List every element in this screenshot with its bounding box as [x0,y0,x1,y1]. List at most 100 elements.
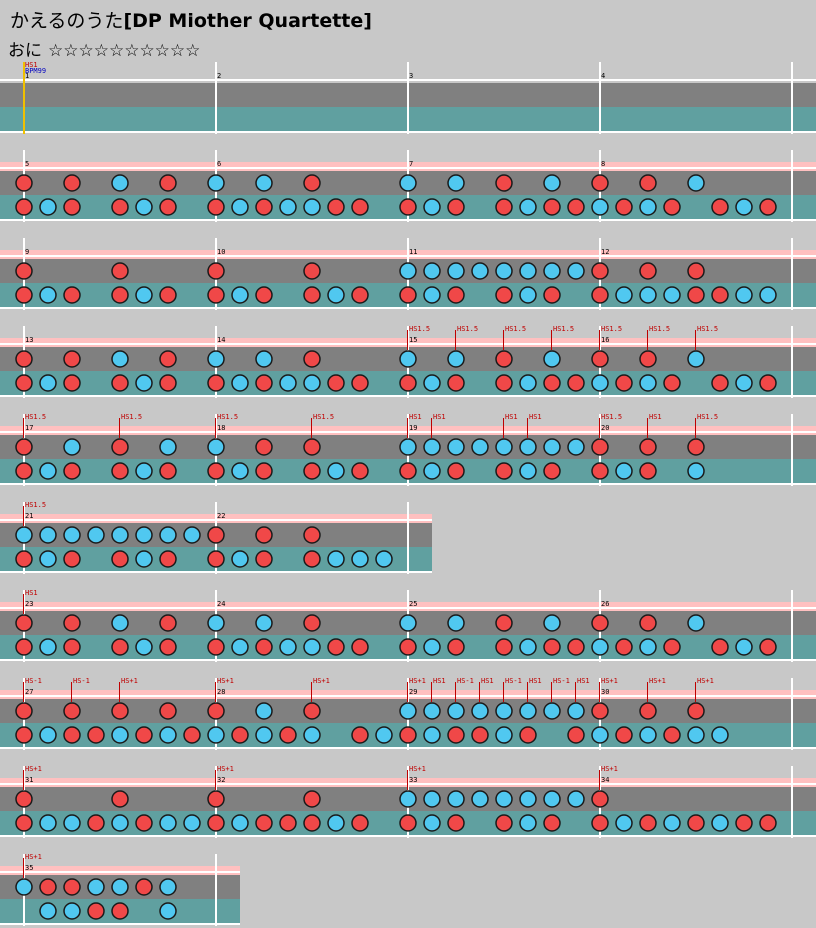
ka-note [399,702,417,720]
don-note [687,262,705,280]
ka-note [39,526,57,544]
ka-note [519,262,537,280]
don-note [495,174,513,192]
barline [791,678,793,750]
ka-note [471,438,489,456]
measure-number: 31 [25,776,33,784]
don-note [111,438,129,456]
don-note [111,198,129,216]
hs-event-label: HS-1 [553,677,570,685]
hs-event-label: HS1.5 [601,413,622,421]
hs-event-tick [527,418,528,438]
don-note [111,638,129,656]
barline [407,502,409,574]
hs-event-tick [119,682,120,702]
don-note [639,262,657,280]
ka-note [327,550,345,568]
measure-number: 4 [601,72,605,80]
ka-note [183,814,201,832]
hs-event-tick [455,330,456,350]
ka-note [231,814,249,832]
chart-canvas: 1 2 3 4HS1BPM995 6 7 89 10 11 1213 14 15 16HS1.5 HS1.… [0,61,816,926]
don-note [543,814,561,832]
don-note [567,638,585,656]
don-note [303,438,321,456]
ka-note [135,374,153,392]
hs-event-label: HS1.5 [697,325,718,333]
ka-note [471,702,489,720]
ka-note [63,438,81,456]
ka-note [39,638,57,656]
measure-number: 21 [25,512,33,520]
don-note [63,614,81,632]
don-note [207,638,225,656]
ka-note [519,702,537,720]
ka-note [543,790,561,808]
don-note [135,726,153,744]
measure-number: 24 [217,600,225,608]
don-note [591,286,609,304]
hs-event-label: HS1.5 [601,325,622,333]
don-note [15,702,33,720]
don-note [255,526,273,544]
don-note [63,350,81,368]
don-note [63,878,81,896]
hs-event-tick [23,858,24,878]
measure-number: 29 [409,688,417,696]
hs-event-label: HS+1 [217,765,234,773]
hs-event-tick [503,330,504,350]
don-note [207,462,225,480]
ka-note [687,726,705,744]
don-note [447,638,465,656]
hs-event-label: HS1 [433,413,446,421]
hs-event-tick [599,682,600,702]
ka-note [303,726,321,744]
don-note [591,174,609,192]
hs-event-label: HS1.5 [697,413,718,421]
ka-note [351,550,369,568]
measure-number: 34 [601,776,609,784]
ka-note [135,198,153,216]
ka-note [207,614,225,632]
ka-note [87,526,105,544]
ka-note [543,438,561,456]
measure-number: 13 [25,336,33,344]
ka-note [591,638,609,656]
measure-number: 10 [217,248,225,256]
hs-event-label: HS+1 [313,677,330,685]
measure-number: 5 [25,160,29,168]
ka-note [711,726,729,744]
hs-event-tick [647,682,648,702]
don-note [447,198,465,216]
don-note [495,198,513,216]
don-note [351,638,369,656]
don-note [159,198,177,216]
ka-note [399,438,417,456]
measure-number: 23 [25,600,33,608]
don-note [207,814,225,832]
don-note [759,374,777,392]
ka-note [135,526,153,544]
ka-note [447,174,465,192]
ka-note [39,462,57,480]
hs-event-label: HS+1 [409,677,426,685]
don-note [15,350,33,368]
hs-event-tick [503,682,504,702]
don-note [687,814,705,832]
ka-note [111,614,129,632]
ka-note [279,374,297,392]
don-note [111,702,129,720]
don-note [255,638,273,656]
don-note [159,462,177,480]
don-note [495,814,513,832]
don-note [63,726,81,744]
ka-note [423,286,441,304]
don-note [303,262,321,280]
don-note [207,550,225,568]
don-note [15,726,33,744]
hs-event-label: HS1 [529,677,542,685]
measure-number: 18 [217,424,225,432]
barline [791,62,793,134]
ka-note [447,438,465,456]
hs-event-tick [431,682,432,702]
